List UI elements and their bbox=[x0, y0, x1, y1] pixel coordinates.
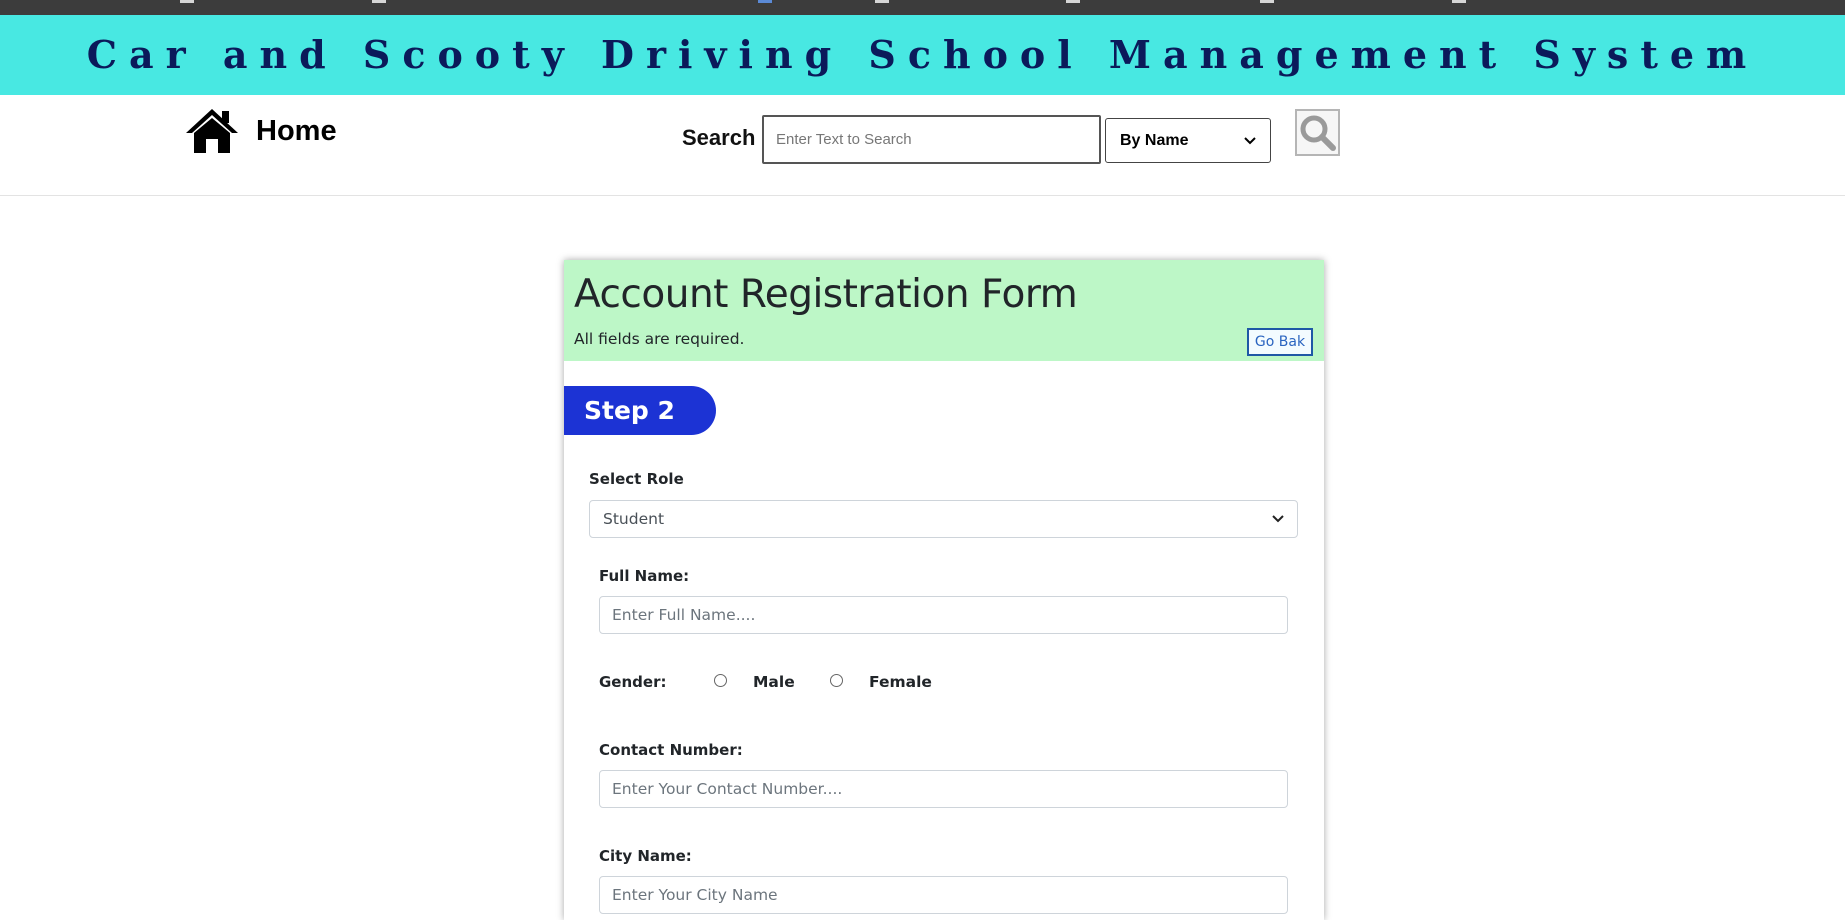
home-link[interactable]: Home bbox=[184, 103, 337, 159]
site-title: Car and Scooty Driving School Management… bbox=[86, 32, 1759, 77]
full-name-label: Full Name: bbox=[599, 567, 690, 585]
gender-female-radio[interactable] bbox=[830, 674, 843, 687]
form-header: Account Registration Form All fields are… bbox=[564, 260, 1324, 361]
gender-female-label: Female bbox=[869, 673, 932, 691]
search-icon bbox=[1300, 115, 1336, 151]
site-banner: Car and Scooty Driving School Management… bbox=[0, 15, 1845, 95]
contact-number-input[interactable] bbox=[599, 770, 1288, 808]
navbar: Home Search By Name bbox=[0, 95, 1845, 196]
search-by-select[interactable]: By Name bbox=[1105, 118, 1271, 163]
city-label: City Name: bbox=[599, 847, 692, 865]
full-name-input[interactable] bbox=[599, 596, 1288, 634]
role-label: Select Role bbox=[589, 470, 684, 488]
search-button[interactable] bbox=[1295, 109, 1340, 156]
search-label: Search bbox=[682, 125, 756, 150]
search-by-value: By Name bbox=[1120, 131, 1189, 149]
registration-card: Account Registration Form All fields are… bbox=[564, 260, 1324, 920]
search-input[interactable] bbox=[762, 115, 1101, 164]
contact-label: Contact Number: bbox=[599, 741, 743, 759]
role-value: Student bbox=[603, 510, 665, 528]
gender-male-label: Male bbox=[753, 673, 795, 691]
gender-male-radio[interactable] bbox=[714, 674, 727, 687]
form-title: Account Registration Form bbox=[574, 272, 1078, 317]
go-back-button[interactable]: Go Bak bbox=[1247, 328, 1313, 356]
city-name-input[interactable] bbox=[599, 876, 1288, 914]
home-label: Home bbox=[256, 114, 337, 147]
browser-tab-strip bbox=[0, 0, 1845, 15]
chevron-down-icon bbox=[1272, 515, 1284, 523]
gender-label: Gender: bbox=[599, 673, 667, 691]
step-indicator: Step 2 bbox=[564, 386, 716, 435]
chevron-down-icon bbox=[1244, 136, 1256, 144]
role-select[interactable]: Student bbox=[589, 500, 1298, 538]
form-subtitle: All fields are required. bbox=[574, 330, 745, 348]
home-icon bbox=[186, 109, 238, 153]
